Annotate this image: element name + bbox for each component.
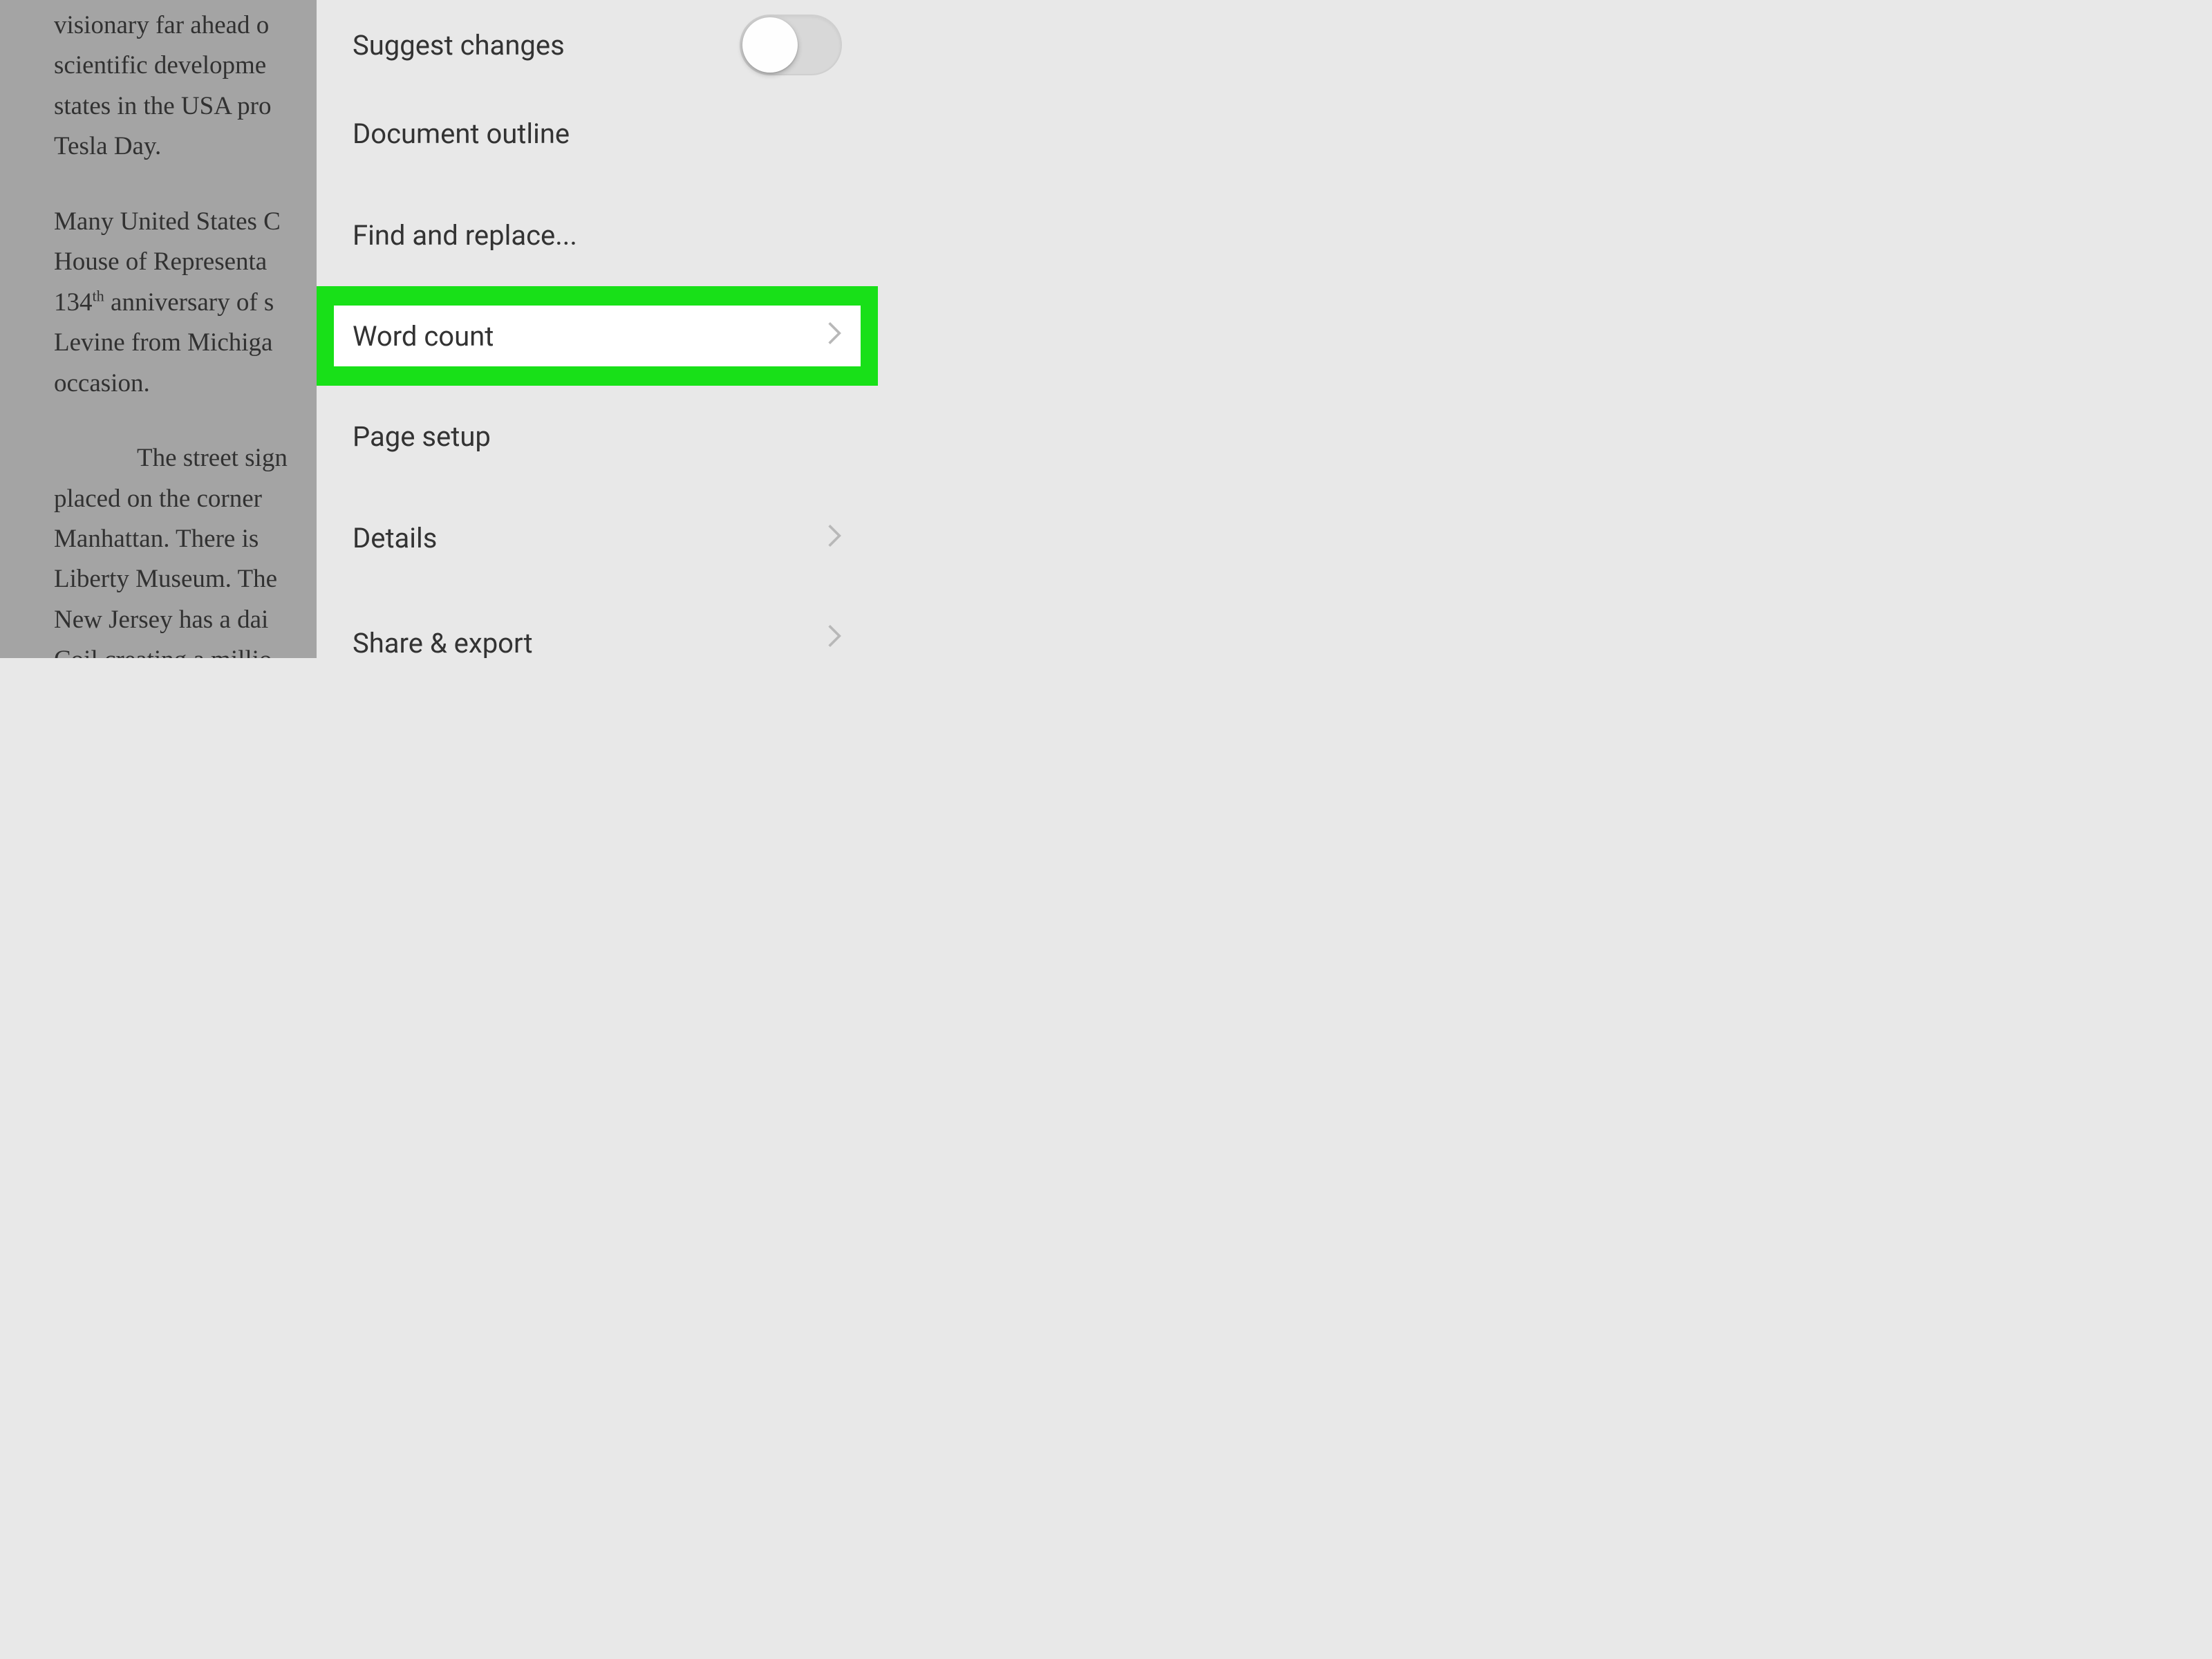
document-body-text: visionary far ahead o scientific develop… (0, 0, 318, 658)
menu-item-word-count[interactable]: Word count (334, 306, 861, 366)
toggle-knob (742, 17, 798, 73)
menu-label-word-count: Word count (353, 320, 494, 353)
menu-label-page-setup: Page setup (353, 420, 491, 453)
menu-item-document-outline[interactable]: Document outline (317, 83, 878, 185)
menu-label-details: Details (353, 522, 437, 554)
menu-item-details[interactable]: Details (317, 487, 878, 589)
menu-label-suggest-changes: Suggest changes (353, 29, 565, 62)
chevron-right-icon (827, 521, 842, 556)
menu-item-suggest-changes[interactable]: Suggest changes (317, 0, 878, 83)
menu-label-document-outline: Document outline (353, 118, 570, 150)
suggest-changes-toggle[interactable] (740, 15, 842, 75)
chevron-right-icon (827, 318, 842, 354)
menu-item-find-replace[interactable]: Find and replace... (317, 185, 878, 286)
menu-item-word-count-highlight: Word count (317, 286, 878, 386)
settings-menu-panel: Suggest changes Document outline Find an… (317, 0, 878, 658)
menu-label-share-export: Share & export (353, 627, 533, 659)
chevron-right-icon (827, 621, 842, 657)
menu-item-page-setup[interactable]: Page setup (317, 386, 878, 487)
menu-item-share-export[interactable]: Share & export (317, 589, 878, 644)
menu-label-find-replace: Find and replace... (353, 219, 577, 252)
